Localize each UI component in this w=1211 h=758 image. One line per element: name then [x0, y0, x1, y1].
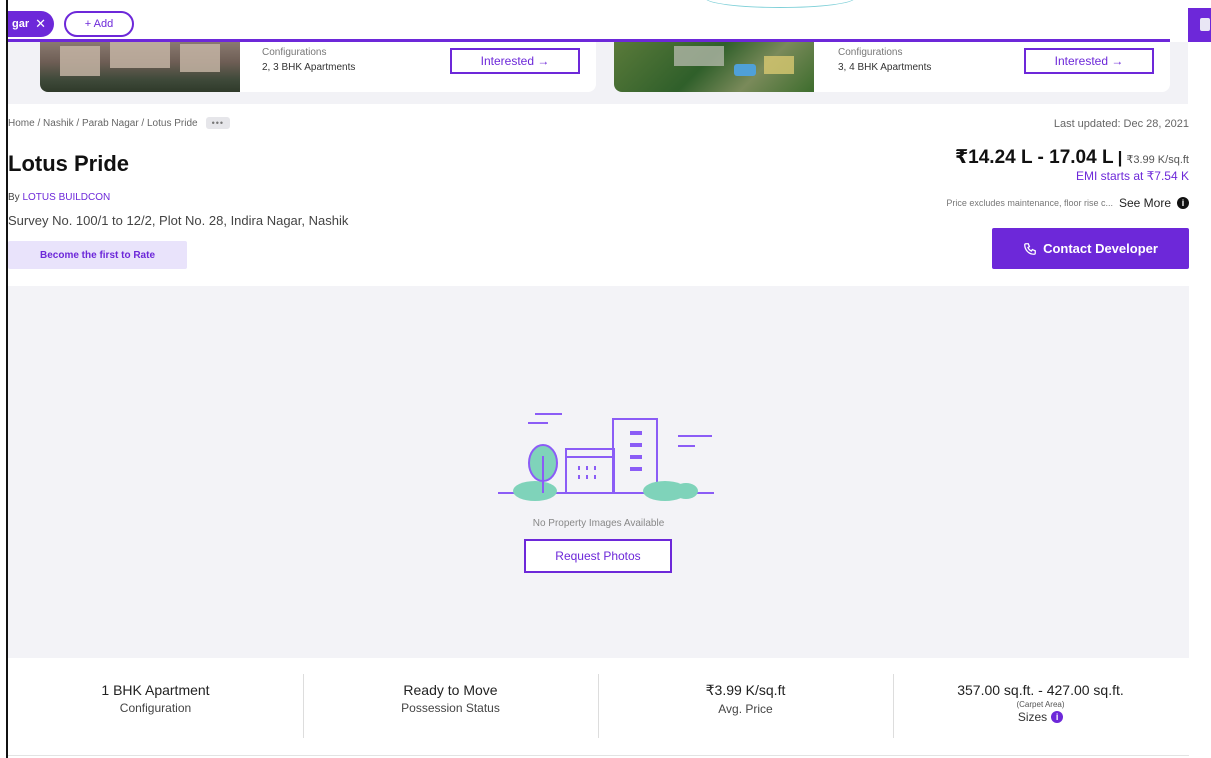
price-range: ₹14.24 L - 17.04 L	[954, 147, 1114, 168]
similar-projects-strip: Configurations 2, 3 BHK Apartments Inter…	[8, 42, 1188, 104]
filter-chip-active[interactable]: gar ✕	[8, 11, 55, 37]
price-separator: |	[1117, 148, 1123, 167]
breadcrumb-city[interactable]: Nashik	[43, 118, 74, 129]
breadcrumb-locality[interactable]: Parab Nagar	[82, 118, 139, 129]
stat-label: Configuration	[119, 701, 192, 715]
stat-value: Ready to Move	[403, 682, 498, 698]
config-label: Configurations	[838, 47, 903, 58]
no-images-text: No Property Images Available	[532, 518, 665, 529]
phone-icon	[1024, 242, 1036, 255]
price-note-text: Price excludes maintenance, floor rise c…	[946, 198, 1113, 208]
info-icon[interactable]: i	[1177, 197, 1189, 209]
stat-configuration: 1 BHK Apartment Configuration	[8, 674, 303, 738]
filter-bar: gar ✕ + Add	[8, 8, 1170, 42]
building-illustration-icon	[498, 413, 714, 501]
developer-prefix: By	[8, 192, 20, 203]
price-note: Price excludes maintenance, floor rise c…	[946, 196, 1189, 210]
stat-value: 1 BHK Apartment	[101, 682, 210, 698]
stat-possession: Ready to Move Possession Status	[303, 674, 598, 738]
stat-label: Possession Status	[401, 701, 500, 715]
filter-chip-label: gar	[12, 18, 30, 30]
see-more-link[interactable]: See More	[1119, 196, 1171, 210]
stat-value: ₹3.99 K/sq.ft	[705, 682, 786, 698]
close-icon[interactable]: ✕	[35, 16, 46, 32]
price-per-sqft: ₹3.99 K/sq.ft	[1126, 154, 1189, 166]
page-title: Lotus Pride	[8, 151, 130, 176]
stat-label: Avg. Price	[718, 702, 773, 716]
project-card[interactable]: Configurations 2, 3 BHK Apartments Inter…	[40, 42, 596, 92]
project-thumbnail	[614, 42, 814, 92]
interested-button[interactable]: Interested →	[450, 48, 580, 74]
project-card[interactable]: Configurations 3, 4 BHK Apartments Inter…	[614, 42, 1170, 92]
last-updated: Last updated: Dec 28, 2021	[1053, 118, 1189, 130]
add-filter-button[interactable]: + Add	[64, 11, 134, 37]
info-icon[interactable]: i	[1051, 711, 1064, 723]
contact-developer-label: Contact Developer	[1043, 241, 1158, 256]
config-value: 2, 3 BHK Apartments	[262, 62, 356, 73]
interested-button[interactable]: Interested →	[1024, 48, 1154, 74]
developer-line: By LOTUS BUILDCON	[8, 192, 110, 203]
request-photos-button[interactable]: Request Photos	[524, 539, 672, 573]
stat-label: Sizes	[1017, 710, 1048, 724]
price-line: ₹14.24 L - 17.04 L | ₹3.99 K/sq.ft	[955, 146, 1189, 169]
stat-label-row: Sizes i	[893, 710, 1188, 724]
breadcrumb-project: Lotus Pride	[147, 117, 198, 129]
config-label: Configurations	[262, 47, 327, 58]
contact-developer-button[interactable]: Contact Developer	[992, 228, 1189, 269]
side-panel-icon	[1200, 18, 1210, 31]
stat-avg-price: ₹3.99 K/sq.ft Avg. Price	[598, 674, 893, 738]
config-value: 3, 4 BHK Apartments	[838, 62, 932, 73]
project-thumbnail	[40, 42, 240, 92]
emi-link[interactable]: EMI starts at ₹7.54 K	[1076, 169, 1189, 183]
breadcrumb: Home / Nashik / Parab Nagar / Lotus Prid…	[8, 117, 231, 129]
rate-project-button[interactable]: Become the first to Rate	[8, 241, 187, 269]
developer-link[interactable]: LOTUS BUILDCON	[22, 192, 110, 203]
project-address: Survey No. 100/1 to 12/2, Plot No. 28, I…	[8, 213, 349, 228]
breadcrumb-home[interactable]: Home	[8, 118, 35, 129]
divider	[8, 755, 1189, 756]
decorative-arc	[705, 0, 855, 8]
stat-value: 357.00 sq.ft. - 427.00 sq.ft.	[957, 682, 1124, 698]
breadcrumb-more-button[interactable]: •••	[205, 117, 231, 129]
project-stats-row: 1 BHK Apartment Configuration Ready to M…	[8, 658, 1189, 758]
stat-sizes: 357.00 sq.ft. - 427.00 sq.ft. (Carpet Ar…	[893, 674, 1188, 738]
stat-sub: (Carpet Area)	[1016, 700, 1065, 709]
window-left-edge	[0, 0, 8, 758]
property-images-area: No Property Images Available Request Pho…	[8, 286, 1189, 658]
